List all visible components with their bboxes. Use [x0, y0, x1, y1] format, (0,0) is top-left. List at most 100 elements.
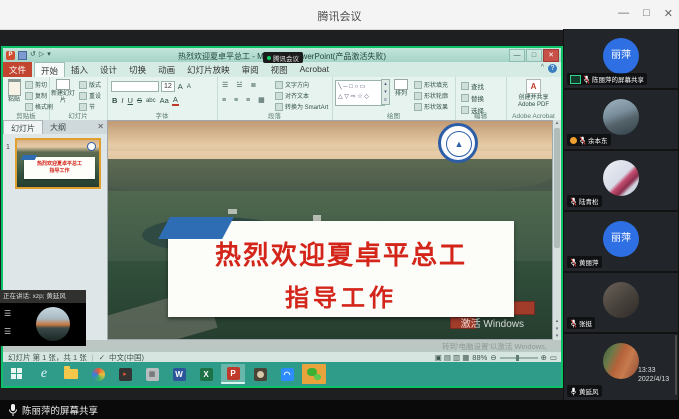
excel-icon[interactable]: X [194, 364, 218, 384]
group-acrobat: A 创建并共享 Adobe PDF Adobe Acrobat [506, 77, 561, 120]
change-case-button[interactable]: Aa [159, 96, 170, 105]
shape-fill-button[interactable]: 形状填充 [414, 80, 448, 89]
tab-acrobat[interactable]: Acrobat [294, 62, 335, 77]
list-toggle-icon[interactable]: ☰ [4, 309, 11, 318]
underline-button[interactable]: U [127, 96, 134, 105]
compass-app-icon[interactable] [86, 364, 110, 384]
font-size-select[interactable]: 12 [161, 81, 175, 92]
scrollbar-thumb[interactable] [554, 128, 560, 248]
scroll-down-icon[interactable]: ▾ [553, 333, 561, 340]
tab-view[interactable]: 视图 [265, 62, 294, 77]
ppt-minimize-icon[interactable]: — [509, 49, 525, 62]
word-icon[interactable]: W [167, 364, 191, 384]
collapse-ribbon-icon[interactable]: ^ [541, 64, 544, 73]
panel-tab-outline[interactable]: 大纲 [43, 120, 73, 134]
participant-tile-zhangting[interactable]: 张挺 [564, 273, 678, 332]
clear-formatting-button[interactable]: abc [145, 98, 157, 104]
next-slide-icon[interactable]: ▾ [553, 326, 561, 333]
speaker-video-tile[interactable]: ☰ ☰ [0, 303, 86, 346]
ie-icon[interactable]: e [32, 364, 56, 384]
utility-app-icon[interactable]: ▦ [140, 364, 164, 384]
zoom-out-icon[interactable]: ⊖ [490, 353, 496, 362]
align-text-button[interactable]: 对齐文本 [275, 91, 328, 100]
maximize-icon[interactable]: □ [643, 7, 650, 20]
slideshow-icon[interactable]: ▷ [39, 50, 44, 60]
start-button[interactable] [5, 364, 29, 384]
ppt-workspace: 幻灯片 大纲 ✕ 1 热烈欢迎夏卓平总工 指导工作 [3, 120, 561, 340]
spellcheck-icon[interactable]: ✓ [99, 353, 105, 362]
participant-tile-luqingsong[interactable]: 陆青松 [564, 151, 678, 210]
participant-tile-yubendong[interactable]: 余本东 [564, 90, 678, 149]
shrink-font-button[interactable]: A [186, 84, 192, 90]
participant-tile-chenliping-share[interactable]: 丽萍 陈丽萍的屏幕共享 [564, 29, 678, 88]
arrange-button[interactable]: 排列 [392, 79, 410, 98]
alignment-buttons[interactable]: ≡ ≡ ≡ ▦ [222, 96, 268, 104]
file-explorer-icon[interactable] [59, 364, 83, 384]
tab-home[interactable]: 开始 [34, 62, 65, 77]
powerpoint-taskbar-icon[interactable]: P [221, 364, 245, 384]
find-button[interactable]: 查找 [461, 81, 484, 91]
tab-transitions[interactable]: 切换 [123, 62, 152, 77]
speaking-overlay[interactable]: 正在讲话: xzp; 黄延风 ☰ ☰ [0, 290, 86, 346]
shape-gallery[interactable]: ╲ ─ □ ○ ▭△ ▽ ⇨ ☆ ◇ [335, 80, 385, 106]
replace-button[interactable]: 替换 [461, 93, 484, 103]
bold-button[interactable]: B [111, 96, 118, 105]
tab-design[interactable]: 设计 [94, 62, 123, 77]
group-editing: 查找 替换 选择 编辑 [455, 77, 507, 120]
tab-slideshow[interactable]: 幻灯片放映 [181, 62, 236, 77]
fit-window-icon[interactable]: ▭ [550, 353, 557, 362]
qat-dropdown-icon[interactable]: ▾ [47, 50, 51, 60]
sidebar-scrollbar[interactable] [675, 335, 677, 395]
scroll-up-icon[interactable]: ▴ [553, 120, 561, 127]
thumbnail-emblem [87, 142, 96, 151]
create-pdf-button[interactable]: A 创建并共享 Adobe PDF [511, 79, 556, 108]
shape-gallery-scroll[interactable]: ▴▾≡ [381, 79, 390, 105]
paste-button[interactable]: 粘贴 [5, 79, 23, 104]
panel-close-icon[interactable]: ✕ [97, 122, 104, 131]
system-clock[interactable]: 13:33 2022/4/13 [638, 366, 669, 384]
tab-animations[interactable]: 动画 [152, 62, 181, 77]
tab-review[interactable]: 审阅 [236, 62, 265, 77]
font-name-select[interactable] [111, 81, 159, 92]
slide-scrollbar[interactable]: ▴ ▴ ▾ ▾ [553, 120, 561, 340]
tab-insert[interactable]: 插入 [65, 62, 94, 77]
italic-button[interactable]: I [120, 96, 124, 105]
close-icon[interactable]: ✕ [664, 7, 673, 20]
meeting-share-indicator[interactable]: 腾讯会议 [263, 52, 303, 63]
save-icon[interactable] [18, 51, 27, 60]
reset-button[interactable]: 重设 [79, 91, 101, 100]
view-buttons[interactable]: ▣ ▤ ▥ ▦ [435, 353, 470, 362]
undo-icon[interactable]: ↺ [30, 50, 36, 60]
slide-canvas[interactable]: ▲ 热烈欢迎夏卓平总工 指导工作 激活 Windows [107, 120, 553, 340]
ppt-close-icon[interactable]: ✕ [543, 49, 559, 62]
strikethrough-button[interactable]: S [136, 96, 143, 105]
slide-title-banner[interactable]: 热烈欢迎夏卓平总工 指导工作 [168, 221, 514, 317]
new-slide-button[interactable]: 新建幻灯片 [50, 79, 76, 104]
zoom-in-icon[interactable]: ⊕ [541, 353, 547, 362]
layout-button[interactable]: 版式 [79, 80, 101, 89]
avatar [603, 282, 639, 318]
minimize-icon[interactable]: — [618, 7, 629, 20]
media-app-icon[interactable]: ▸ [113, 364, 137, 384]
slide-thumbnail[interactable]: 热烈欢迎夏卓平总工 指导工作 [15, 138, 101, 189]
powerpoint-app-icon: P [6, 51, 15, 60]
wechat-icon[interactable] [302, 364, 326, 384]
font-color-button[interactable]: A [172, 95, 179, 106]
grow-font-button[interactable]: A [177, 82, 184, 91]
photo-app-icon[interactable] [248, 364, 272, 384]
shape-outline-button[interactable]: 形状轮廓 [414, 91, 448, 100]
panel-tab-slides[interactable]: 幻灯片 [3, 120, 43, 134]
ppt-maximize-icon[interactable]: □ [526, 49, 542, 62]
help-icon[interactable]: ? [548, 64, 557, 73]
participant-tile-huangliping[interactable]: 丽萍 黄丽萍 [564, 212, 678, 271]
meeting-bottom-bar: 陈丽萍的屏幕共享 [0, 400, 679, 419]
zoom-slider[interactable] [500, 357, 538, 359]
text-direction-button[interactable]: 文字方向 [275, 80, 328, 89]
layout-toggle-icon[interactable]: ☰ [4, 327, 11, 336]
meeting-app-icon[interactable]: ◠ [275, 364, 299, 384]
tab-file[interactable]: 文件 [3, 62, 32, 77]
muted-mic-icon [583, 75, 590, 84]
list-buttons[interactable]: ☰ ☱ ≣ [222, 81, 259, 89]
previous-slide-icon[interactable]: ▴ [553, 318, 561, 325]
participant-label: 陆青松 [567, 195, 602, 207]
